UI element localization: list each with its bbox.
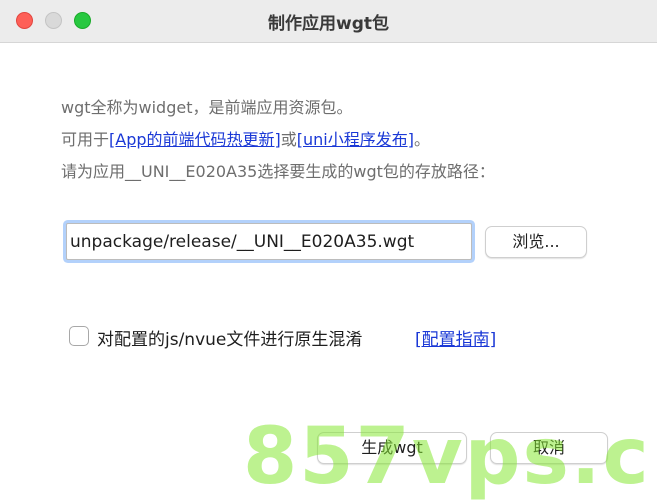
hot-update-link[interactable]: [App的前端代码热更新] — [109, 130, 281, 149]
browse-button[interactable]: 浏览... — [485, 226, 587, 258]
generate-wgt-button[interactable]: 生成wgt — [317, 432, 467, 464]
config-guide-link[interactable]: [配置指南] — [415, 325, 496, 350]
description-conjunction: 或 — [280, 130, 297, 149]
window-title: 制作应用wgt包 — [267, 14, 389, 34]
obfuscate-checkbox[interactable] — [69, 326, 89, 346]
description-suffix: 。 — [414, 130, 431, 149]
title-bar: 制作应用wgt包 — [0, 0, 657, 43]
output-path-input[interactable] — [66, 223, 472, 260]
description-line-2: 可用于[App的前端代码热更新]或[uni小程序发布]。 — [61, 126, 430, 150]
mini-program-publish-link[interactable]: [uni小程序发布] — [297, 130, 414, 149]
cancel-button[interactable]: 取消 — [490, 432, 608, 464]
description-line-1: wgt全称为widget，是前端应用资源包。 — [61, 98, 353, 117]
obfuscate-label: 对配置的js/nvue文件进行原生混淆 — [97, 330, 363, 350]
dialog-window: 制作应用wgt包 wgt全称为widget，是前端应用资源包。 可用于[App的… — [0, 0, 657, 500]
description-prefix: 可用于 — [61, 130, 110, 149]
description-line-3: 请为应用__UNI__E020A35选择要生成的wgt包的存放路径： — [61, 162, 495, 181]
